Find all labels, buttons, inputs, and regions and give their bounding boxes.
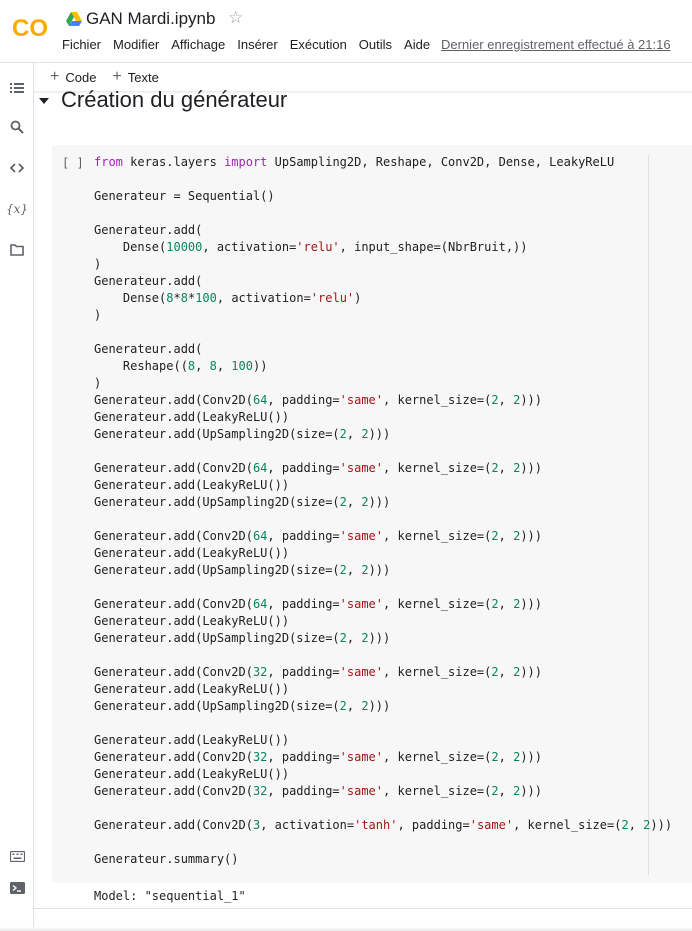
code-line: Generateur.add(Conv2D(64, padding='same'… xyxy=(94,529,542,543)
toc-icon[interactable] xyxy=(8,79,26,97)
code-editor[interactable]: from keras.layers import UpSampling2D, R… xyxy=(94,154,672,868)
code-line: ​ xyxy=(94,579,672,596)
terminal-icon[interactable] xyxy=(8,879,26,897)
menu-modifier[interactable]: Modifier xyxy=(113,37,159,52)
code-line: Generateur.add(Conv2D(32, padding='same'… xyxy=(94,784,542,798)
star-icon[interactable]: ☆ xyxy=(228,8,243,28)
code-line: Dense(10000, activation='relu', input_sh… xyxy=(94,240,528,254)
code-line: Generateur = Sequential() xyxy=(94,189,275,203)
code-line: ​ xyxy=(94,834,672,851)
code-line: ) xyxy=(94,257,102,271)
code-line: Generateur.add(Conv2D(64, padding='same'… xyxy=(94,461,542,475)
cell-output: Model: "sequential_1" xyxy=(94,889,246,903)
code-line: Reshape((8, 8, 100)) xyxy=(94,359,268,373)
collapse-caret-icon[interactable] xyxy=(39,98,49,104)
code-line: Generateur.add(LeakyReLU()) xyxy=(94,733,290,747)
code-line: Generateur.add( xyxy=(94,342,203,356)
code-line: ) xyxy=(94,308,102,322)
code-line: Generateur.add(LeakyReLU()) xyxy=(94,682,290,696)
code-line: ​ xyxy=(94,324,672,341)
code-line: ​ xyxy=(94,800,672,817)
bottom-shadow xyxy=(0,927,692,931)
section-heading: Création du générateur xyxy=(61,87,288,112)
search-icon[interactable] xyxy=(8,118,26,136)
command-palette-icon[interactable] xyxy=(8,847,26,865)
code-line: ​ xyxy=(94,511,672,528)
code-line: Generateur.add(Conv2D(32, padding='same'… xyxy=(94,665,542,679)
code-line: Generateur.summary() xyxy=(94,852,239,866)
menu-aide[interactable]: Aide xyxy=(404,37,430,52)
code-line: ​ xyxy=(94,647,672,664)
code-line: Generateur.add(UpSampling2D(size=(2, 2))… xyxy=(94,427,391,441)
code-line: Generateur.add(LeakyReLU()) xyxy=(94,767,290,781)
run-cell-button[interactable]: [ ] xyxy=(62,156,84,170)
svg-text:CO: CO xyxy=(12,15,48,40)
code-line: Generateur.add(UpSampling2D(size=(2, 2))… xyxy=(94,563,391,577)
code-line: Generateur.add(LeakyReLU()) xyxy=(94,410,290,424)
add-code-button[interactable]: + Code xyxy=(50,68,96,86)
code-line: Generateur.add( xyxy=(94,274,203,288)
code-line: Generateur.add(UpSampling2D(size=(2, 2))… xyxy=(94,495,391,509)
colab-logo[interactable]: CO xyxy=(12,14,48,40)
code-line: Generateur.add(Conv2D(3, activation='tan… xyxy=(94,818,673,832)
notebook-title[interactable]: GAN Mardi.ipynb xyxy=(86,9,215,29)
code-line: Generateur.add(LeakyReLU()) xyxy=(94,478,290,492)
add-text-label: Texte xyxy=(127,69,159,85)
drive-icon[interactable] xyxy=(66,12,82,26)
code-line: ​ xyxy=(94,443,672,460)
code-line: ) xyxy=(94,376,102,390)
code-line: Dense(8*8*100, activation='relu') xyxy=(94,291,362,305)
add-code-label: Code xyxy=(65,69,97,85)
menu-inserer[interactable]: Insérer xyxy=(237,37,277,52)
code-line: Generateur.add( xyxy=(94,223,203,237)
header-bar: CO GAN Mardi.ipynb ☆ Fichier Modifier Af… xyxy=(0,0,692,62)
menu-execution[interactable]: Exécution xyxy=(290,37,347,52)
last-saved-link[interactable]: Dernier enregistrement effectué à 21:16 xyxy=(441,37,671,52)
left-sidebar: {x} xyxy=(0,63,34,931)
plus-icon: + xyxy=(50,68,60,85)
code-line: Generateur.add(Conv2D(64, padding='same'… xyxy=(94,393,542,407)
code-line: from keras.layers import UpSampling2D, R… xyxy=(94,155,615,169)
files-icon[interactable] xyxy=(8,241,26,259)
code-line: Generateur.add(UpSampling2D(size=(2, 2))… xyxy=(94,631,391,645)
variables-icon[interactable]: {x} xyxy=(6,200,28,218)
code-line: Generateur.add(Conv2D(64, padding='same'… xyxy=(94,597,542,611)
code-line: Generateur.add(Conv2D(32, padding='same'… xyxy=(94,750,542,764)
add-text-button[interactable]: + Texte xyxy=(112,68,158,86)
output-divider xyxy=(34,908,692,909)
menu-affichage[interactable]: Affichage xyxy=(171,37,225,52)
plus-icon: + xyxy=(112,68,122,85)
code-line: ​ xyxy=(94,205,672,222)
menu-outils[interactable]: Outils xyxy=(359,37,392,52)
menu-bar: Fichier Modifier Affichage Insérer Exécu… xyxy=(62,37,442,52)
code-line: ​ xyxy=(94,171,672,188)
code-line: ​ xyxy=(94,715,672,732)
code-line: Generateur.add(UpSampling2D(size=(2, 2))… xyxy=(94,699,391,713)
code-snippets-icon[interactable] xyxy=(8,159,26,177)
menu-fichier[interactable]: Fichier xyxy=(62,37,101,52)
code-line: Generateur.add(LeakyReLU()) xyxy=(94,546,290,560)
code-line: Generateur.add(LeakyReLU()) xyxy=(94,614,290,628)
